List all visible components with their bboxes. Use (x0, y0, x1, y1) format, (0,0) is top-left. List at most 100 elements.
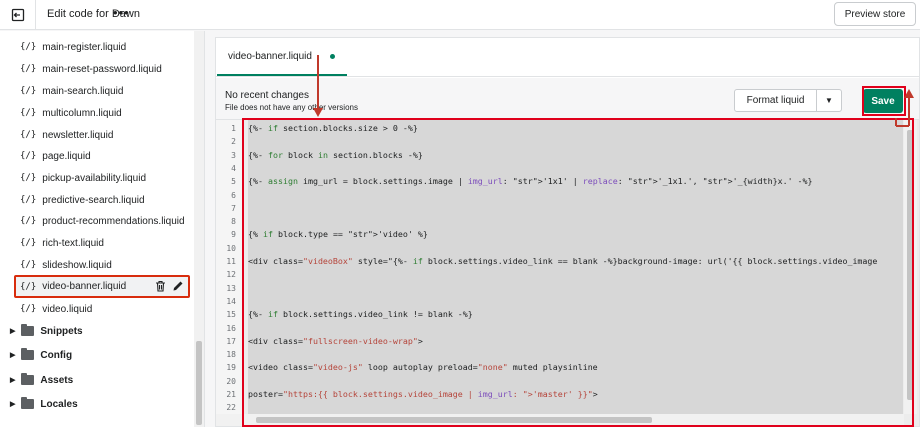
file-item[interactable]: {/} main-reset-password.liquid (20, 59, 162, 79)
folder-name: Config (40, 349, 73, 361)
save-highlight-box (862, 86, 906, 116)
liquid-file-icon: {/} (20, 304, 37, 314)
pencil-icon[interactable] (172, 280, 184, 292)
file-name: predictive-search.liquid (42, 194, 145, 206)
liquid-file-icon: {/} (20, 86, 37, 96)
liquid-file-icon: {/} (20, 260, 37, 270)
file-name: rich-text.liquid (42, 237, 104, 249)
line-number: 19 (226, 363, 236, 373)
file-name: slideshow.liquid (42, 259, 112, 271)
scrollbar-thumb[interactable] (196, 341, 202, 425)
file-item[interactable]: {/} multicolumn.liquid (20, 103, 122, 123)
file-item-active[interactable]: {/} video-banner.liquid (14, 275, 190, 298)
liquid-file-icon: {/} (20, 108, 37, 118)
exit-button[interactable] (0, 0, 36, 30)
top-bar: Edit code for Dawn ••• Preview store (0, 0, 920, 30)
line-number-gutter: 1 2 3 4 5 6 7 8 9 10 11 12 13 14 15 16 17 18 19 20 21 22 (216, 120, 242, 414)
caret-right-icon: ▶ (10, 377, 16, 384)
caret-right-icon: ▶ (10, 352, 16, 359)
liquid-file-icon: {/} (20, 173, 37, 183)
line-number: 13 (226, 283, 236, 293)
file-name: multicolumn.liquid (42, 107, 122, 119)
liquid-file-icon: {/} (20, 216, 37, 226)
line-number: 9 (231, 230, 236, 240)
file-item[interactable]: {/} video.liquid (20, 299, 92, 319)
file-name: pickup-availability.liquid (42, 172, 147, 184)
line-number: 17 (226, 336, 236, 346)
line-number: 14 (226, 296, 236, 306)
file-name: page.liquid (42, 150, 91, 162)
line-number: 7 (231, 203, 236, 213)
folder-name: Assets (40, 374, 74, 386)
file-name: video-banner.liquid (42, 281, 127, 292)
folder-icon (21, 324, 35, 336)
liquid-file-icon: {/} (20, 130, 37, 140)
tab-label: video-banner.liquid (228, 50, 312, 62)
liquid-file-icon: {/} (20, 281, 37, 292)
file-item[interactable]: {/} product-recommendations.liquid (20, 211, 185, 231)
tabs-divider (216, 76, 919, 77)
folder-icon (21, 348, 35, 360)
folder-name: Locales (40, 398, 78, 410)
line-number: 4 (231, 163, 236, 173)
caret-right-icon: ▶ (10, 328, 16, 335)
tab-video-banner[interactable]: video-banner.liquid (217, 38, 347, 76)
line-number: 8 (231, 217, 236, 227)
trash-icon[interactable] (155, 280, 166, 292)
line-number: 16 (226, 323, 236, 333)
file-sidebar: {/} main-register.liquid {/} main-reset-pa… (0, 31, 205, 427)
file-name: video.liquid (42, 303, 93, 315)
line-number: 18 (226, 350, 236, 360)
file-name: main-reset-password.liquid (42, 63, 162, 75)
file-name: product-recommendations.liquid (42, 215, 185, 227)
sidebar-scrollbar[interactable] (194, 31, 204, 427)
liquid-file-icon: {/} (20, 238, 37, 248)
preview-store-button[interactable]: Preview store (834, 2, 916, 26)
line-number: 3 (231, 150, 236, 160)
status-title: No recent changes (225, 90, 309, 101)
file-item[interactable]: {/} main-search.liquid (20, 81, 123, 101)
line-number: 2 (231, 137, 236, 147)
line-number: 22 (226, 403, 236, 413)
chevron-down-icon[interactable]: ▼ (817, 90, 841, 111)
folder-locales[interactable]: ▶ Locales (10, 394, 78, 414)
caret-right-icon: ▶ (10, 401, 16, 408)
line-number: 5 (231, 177, 236, 187)
file-item[interactable]: {/} predictive-search.liquid (20, 190, 145, 210)
file-item[interactable]: {/} rich-text.liquid (20, 233, 104, 253)
folder-config[interactable]: ▶ Config (10, 345, 72, 365)
folder-assets[interactable]: ▶ Assets (10, 370, 73, 390)
file-item[interactable]: {/} page.liquid (20, 146, 91, 166)
unsaved-dot-icon (330, 54, 335, 59)
liquid-file-icon: {/} (20, 64, 37, 74)
line-number: 12 (226, 270, 236, 280)
status-subtitle: File does not have any other versions (225, 103, 358, 112)
liquid-file-icon: {/} (20, 195, 37, 205)
file-item[interactable]: {/} pickup-availability.liquid (20, 168, 146, 188)
file-name: newsletter.liquid (42, 129, 114, 141)
line-number: 20 (226, 376, 236, 386)
exit-icon (11, 8, 24, 22)
line-number: 6 (231, 190, 236, 200)
more-actions-button[interactable]: ••• (113, 5, 130, 20)
file-item[interactable]: {/} main-register.liquid (20, 37, 126, 57)
line-number: 11 (226, 257, 236, 266)
editor-highlight-box (242, 118, 914, 427)
file-row-actions (155, 280, 184, 292)
line-number: 1 (231, 124, 236, 133)
file-name: main-register.liquid (42, 41, 127, 53)
folder-snippets[interactable]: ▶ Snippets (10, 321, 83, 341)
format-liquid-group: Format liquid ▼ (734, 89, 842, 112)
file-info-bar: No recent changes File does not have any… (216, 78, 919, 120)
liquid-file-icon: {/} (20, 151, 37, 161)
file-item[interactable]: {/} newsletter.liquid (20, 125, 113, 145)
folder-name: Snippets (40, 325, 83, 337)
liquid-file-icon: {/} (20, 42, 37, 52)
file-item[interactable]: {/} slideshow.liquid (20, 255, 112, 275)
line-number: 10 (226, 243, 236, 253)
folder-icon (21, 373, 35, 385)
line-number: 15 (226, 310, 236, 320)
line-number: 21 (226, 390, 236, 399)
format-liquid-button[interactable]: Format liquid (735, 90, 817, 111)
file-name: main-search.liquid (42, 85, 124, 97)
